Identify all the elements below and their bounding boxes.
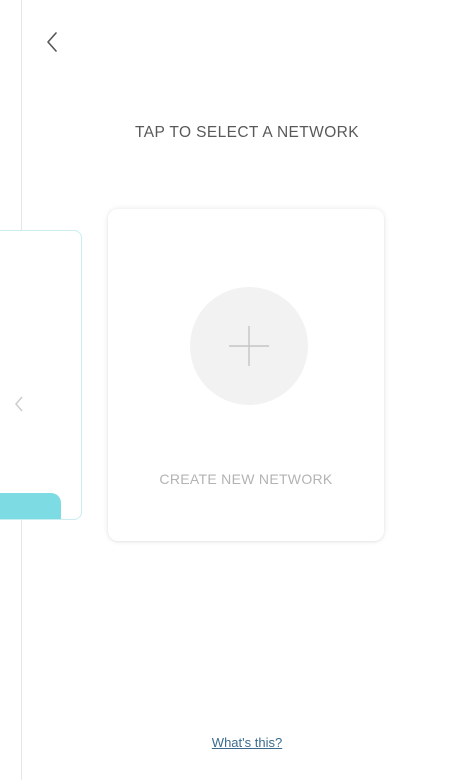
network-card-accent-bar: [0, 493, 61, 519]
create-network-card[interactable]: CREATE NEW NETWORK: [108, 209, 384, 541]
plus-circle: [190, 287, 308, 405]
page-title: TAP TO SELECT A NETWORK: [135, 124, 359, 141]
whats-this-link[interactable]: What's this?: [0, 735, 465, 750]
back-button[interactable]: [34, 24, 70, 60]
chevron-left-icon: [15, 396, 23, 412]
plus-icon: [229, 326, 269, 366]
network-select-screen: TAP TO SELECT A NETWORK CREATE NEW NETWO…: [0, 0, 465, 780]
create-network-label: CREATE NEW NETWORK: [159, 471, 333, 487]
network-card-previous[interactable]: [0, 230, 82, 520]
chevron-left-icon: [47, 32, 57, 52]
